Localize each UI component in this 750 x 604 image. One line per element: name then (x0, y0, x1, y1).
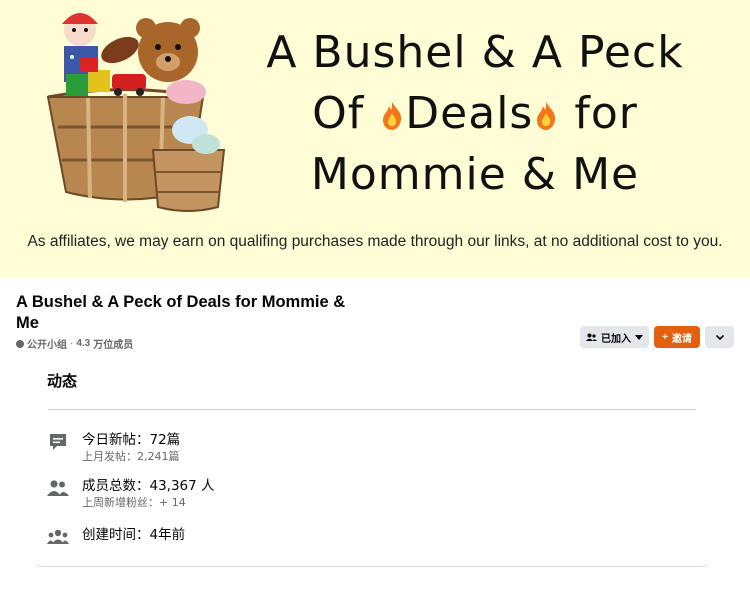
group-cover-photo[interactable]: A Bushel & A Peck Of Deals for Mommie & … (0, 0, 750, 278)
joined-label: 已加入 (601, 333, 631, 345)
stat-created-time: 创建时间：4年前 (82, 527, 186, 543)
card-title: 动态 (47, 372, 78, 390)
plus-icon: + (662, 331, 668, 343)
group-people-icon (47, 526, 69, 548)
toy-basket-illustration (46, 13, 226, 212)
stat-posts-last-month: 上月发帖：2,241篇 (82, 450, 180, 463)
cover-title-deals: Deals (405, 88, 534, 139)
chevron-down-icon (715, 334, 724, 340)
members-icon (47, 477, 69, 499)
stat-members-total: 成员总数：43,367 人 (82, 478, 215, 494)
stat-members: 成员总数：43,367 人 上周新增粉丝：+ 14 (47, 477, 215, 511)
activity-card: 动态 今日新帖：72篇 上月发帖：2,241篇 成员总数：43,367 人 上周… (34, 354, 710, 567)
fire-icon (537, 102, 556, 130)
group-name[interactable]: A Bushel & A Peck of Deals for Mommie & … (16, 292, 366, 334)
chat-bubble-icon (47, 431, 69, 453)
members-unit[interactable]: 万位成员 (93, 336, 133, 351)
members-count[interactable]: 4.3 (76, 338, 90, 349)
members-check-icon (586, 333, 597, 341)
cover-title-line-2: Of Deals for (255, 83, 695, 144)
group-privacy[interactable]: 公开小组 (27, 336, 67, 351)
cover-title-of: Of (312, 88, 365, 139)
invite-label: 邀请 (671, 333, 692, 345)
affiliate-disclaimer: As affiliates, we may earn on qualifing … (27, 233, 723, 250)
globe-icon (16, 339, 24, 348)
cover-title-line-3: Mommie & Me (310, 149, 640, 200)
stat-new-followers: 上周新增粉丝：+ 14 (82, 496, 186, 509)
meta-separator: · (70, 338, 74, 349)
more-options-button[interactable] (705, 326, 734, 348)
cover-title-for: for (574, 88, 638, 139)
group-meta: 公开小组 · 4.3 万位成员 (16, 336, 133, 351)
stat-created: 创建时间：4年前 (47, 526, 185, 548)
stat-posts-today: 今日新帖：72篇 (82, 432, 181, 448)
fire-icon (383, 102, 402, 130)
divider (48, 409, 696, 410)
cover-title: A Bushel & A Peck Of Deals for Mommie & … (255, 22, 695, 205)
caret-down-icon (635, 334, 643, 340)
cover-title-line-1: A Bushel & A Peck (266, 27, 684, 78)
joined-button[interactable]: 已加入 (580, 326, 649, 348)
invite-button[interactable]: + 邀请 (654, 326, 700, 348)
stat-posts: 今日新帖：72篇 上月发帖：2,241篇 (47, 431, 180, 465)
